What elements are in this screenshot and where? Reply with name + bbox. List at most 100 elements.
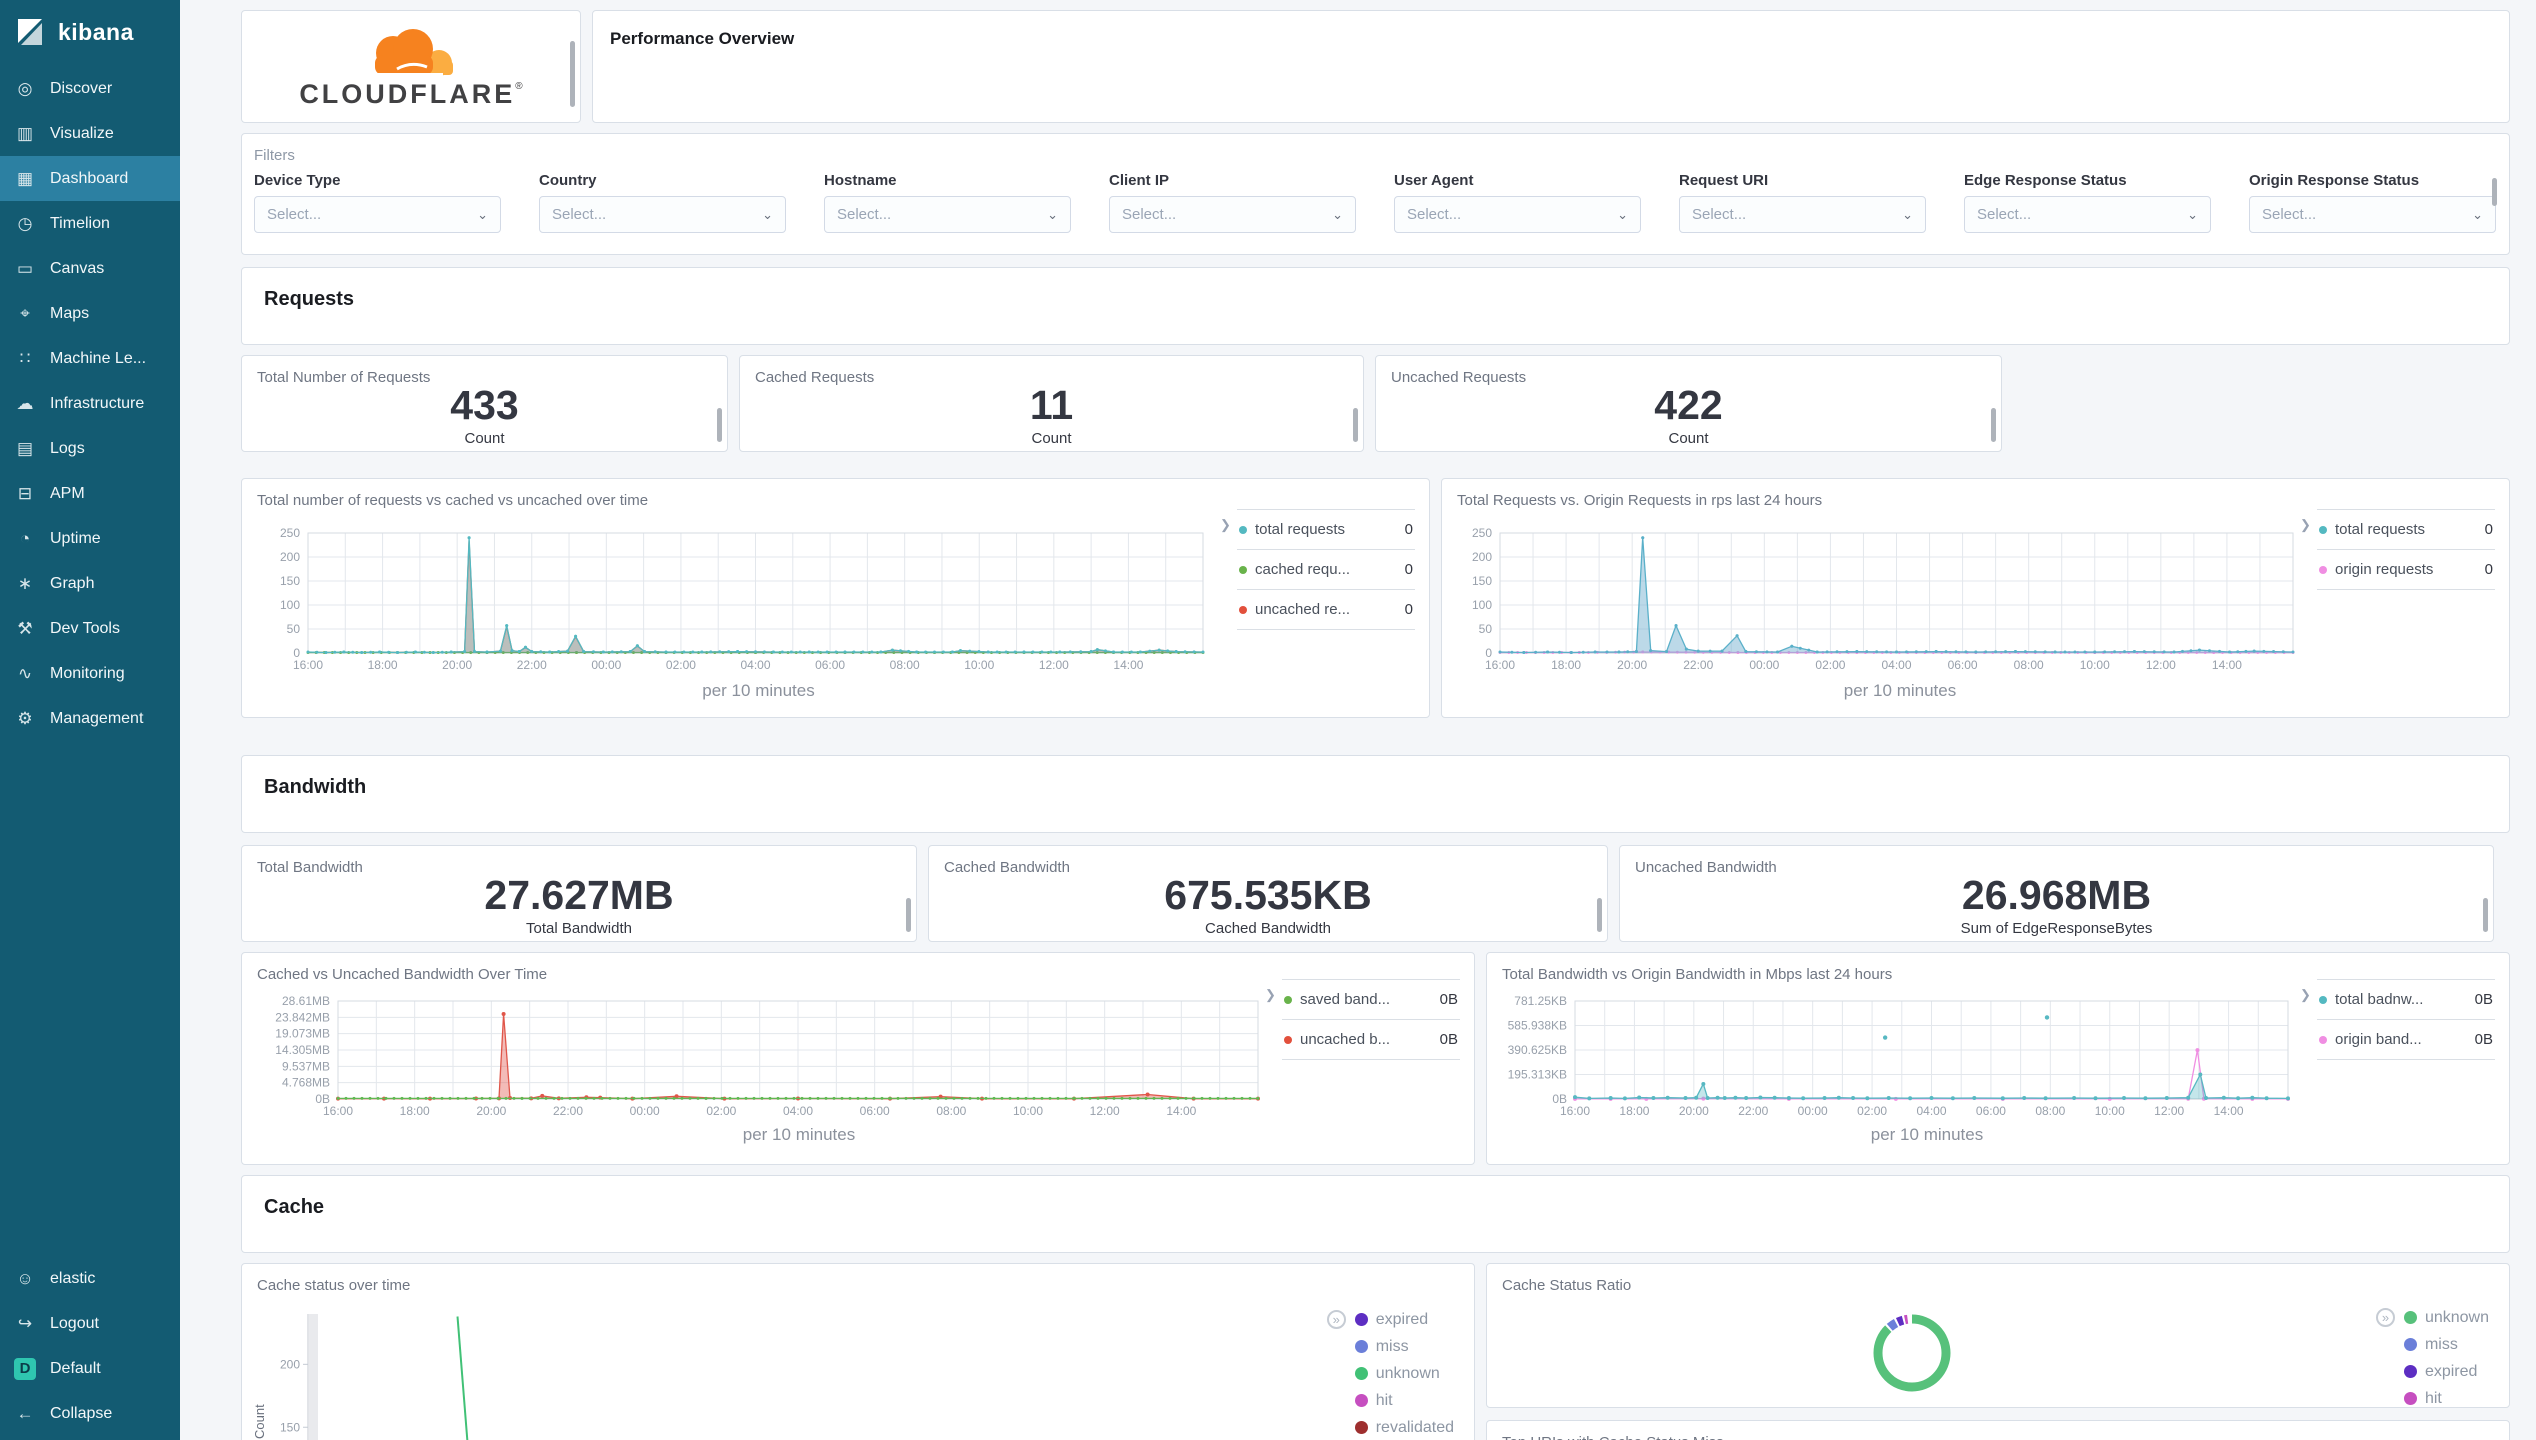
legend-item-unknown[interactable]: » unknown [2375, 1304, 2489, 1331]
svg-text:10:00: 10:00 [964, 658, 994, 672]
legend-collapse-icon[interactable]: ❯ [1220, 517, 1231, 533]
legend-item-total-requests[interactable]: total requests 0 [1237, 509, 1415, 549]
legend-dot [1239, 525, 1247, 534]
legend-item-uncached-re[interactable]: uncached re... 0 [1237, 589, 1415, 630]
total-vs-origin-bandwidth-chart[interactable]: 0B 195.313KB 390.625KB 585.938KB 781.25KB 16:… [1501, 995, 2296, 1123]
sidebar-item-dev-tools[interactable]: ⚒ Dev Tools [0, 606, 180, 651]
legend-item-origin-requests[interactable]: origin requests 0 [2317, 549, 2495, 590]
panel-scrollbar[interactable] [2492, 178, 2497, 206]
legend-collapse-icon[interactable]: ❯ [2300, 987, 2311, 1003]
svg-text:22:00: 22:00 [553, 1104, 583, 1118]
legend-dot [1239, 605, 1247, 614]
legend-item-expired[interactable]: » expired [1326, 1306, 1454, 1333]
chevron-down-icon: ⌄ [1902, 206, 1913, 222]
svg-text:18:00: 18:00 [368, 658, 398, 672]
sidebar-item-management[interactable]: ⚙ Management [0, 696, 180, 741]
legend-collapse-icon[interactable]: ❯ [2300, 517, 2311, 533]
sidebar-item-collapse[interactable]: ← Collapse [0, 1391, 180, 1436]
legend-item-expired[interactable]: expired [2403, 1358, 2489, 1385]
panel-scrollbar[interactable] [1353, 408, 1358, 442]
legend-label: total badnw... [2335, 991, 2424, 1008]
sidebar-item-logs[interactable]: ▤ Logs [0, 426, 180, 471]
sidebar-item-label: Dev Tools [50, 619, 120, 637]
sidebar-item-timelion[interactable]: ◷ Timelion [0, 201, 180, 246]
legend-collapse-icon[interactable]: » [1326, 1310, 1346, 1329]
legend-dot [1354, 1421, 1368, 1434]
kibana-logo-text: kibana [58, 18, 134, 45]
legend-item-miss[interactable]: miss [2403, 1331, 2489, 1358]
sidebar-item-logout[interactable]: ↪ Logout [0, 1301, 180, 1346]
origin-response-status-filter-select[interactable]: Select... ⌄ [2249, 196, 2496, 233]
cache-status-over-time-chart[interactable]: 200150100 [256, 1308, 1306, 1440]
svg-text:20:00: 20:00 [442, 658, 472, 672]
sidebar-item-discover[interactable]: ◎ Discover [0, 66, 180, 111]
metric-center: 11 Count [740, 380, 1363, 451]
sidebar-item-elastic[interactable]: ☺ elastic [0, 1256, 180, 1301]
sidebar-item-default[interactable]: D Default [0, 1346, 180, 1391]
panel-scrollbar[interactable] [2483, 898, 2488, 932]
sidebar-item-machine-le[interactable]: ∷ Machine Le... [0, 336, 180, 381]
panel-scrollbar[interactable] [1991, 408, 1996, 442]
svg-text:16:00: 16:00 [1485, 658, 1515, 672]
user-agent-filter-select[interactable]: Select... ⌄ [1394, 196, 1641, 233]
panel-scrollbar[interactable] [1597, 898, 1602, 932]
infrastructure-icon: ☁ [16, 393, 34, 413]
hostname-filter-select[interactable]: Select... ⌄ [824, 196, 1071, 233]
client-ip-filter-select[interactable]: Select... ⌄ [1109, 196, 1356, 233]
sidebar-item-dashboard[interactable]: ▦ Dashboard [0, 156, 180, 201]
sidebar-item-apm[interactable]: ⊟ APM [0, 471, 180, 516]
edge-response-status-filter-select[interactable]: Select... ⌄ [1964, 196, 2211, 233]
cache-status-ratio-donut[interactable] [1869, 1310, 1955, 1396]
sidebar-item-graph[interactable]: ∗ Graph [0, 561, 180, 606]
legend-label: total requests [1255, 521, 1346, 538]
legend-collapse-icon[interactable]: » [2375, 1308, 2395, 1327]
legend-item-cached-requ[interactable]: cached requ... 0 [1237, 549, 1415, 589]
total-number-of-requests-metric-panel: Total Number of Requests 433 Count [241, 355, 728, 452]
svg-text:22:00: 22:00 [517, 658, 547, 672]
legend-item-hit[interactable]: hit [1354, 1387, 1454, 1414]
legend-collapse-icon[interactable]: ❯ [1265, 987, 1276, 1003]
legend-dot [2319, 525, 2327, 534]
chart-legend: » expired miss unknown hit revalidated [1326, 1306, 1454, 1440]
requests-vs-origin-chart[interactable]: 0 50 100 150 200 250 16:00 18:00 20:00 22:00 00:00… [1456, 527, 2301, 677]
cached-vs-uncached-bandwidth-chart[interactable]: 0B 4.768MB 9.537MB 14.305MB 19.073MB 23.842MB… [256, 995, 1266, 1123]
svg-text:390.625KB: 390.625KB [1508, 1043, 1567, 1057]
device-type-filter-select[interactable]: Select... ⌄ [254, 196, 501, 233]
legend-item-miss[interactable]: miss [1354, 1333, 1454, 1360]
metric-center: 433 Count [242, 380, 727, 451]
svg-text:04:00: 04:00 [1916, 1104, 1946, 1118]
cache-section-heading: Cache [264, 1196, 325, 1218]
legend-label: saved band... [1300, 991, 1391, 1008]
legend-item-revalidated[interactable]: revalidated [1354, 1414, 1454, 1440]
legend-item-unknown[interactable]: unknown [1354, 1360, 1454, 1387]
total-bandwidth-metric-panel: Total Bandwidth 27.627MB Total Bandwidth [241, 845, 917, 942]
dashboard-content: CLOUDFLARE® Performance Overview Filters… [180, 0, 2536, 1440]
country-filter-select[interactable]: Select... ⌄ [539, 196, 786, 233]
metric-center: 26.968MB Sum of EdgeResponseBytes [1620, 870, 2493, 941]
legend-item-saved-band[interactable]: saved band... 0B [1282, 979, 1460, 1019]
legend-item-hit[interactable]: hit [2403, 1385, 2489, 1407]
metric-label: Cached Bandwidth [1205, 919, 1331, 937]
legend-item-uncached-b[interactable]: uncached b... 0B [1282, 1019, 1460, 1060]
machine-learning-icon: ∷ [19, 348, 31, 368]
metric-center: 675.535KB Cached Bandwidth [929, 870, 1607, 941]
panel-scrollbar[interactable] [717, 408, 722, 442]
sidebar-item-maps[interactable]: ⌖ Maps [0, 291, 180, 336]
sidebar-item-visualize[interactable]: ▥ Visualize [0, 111, 180, 156]
sidebar-item-monitoring[interactable]: ∿ Monitoring [0, 651, 180, 696]
sidebar-item-uptime[interactable]: ◔ Uptime [0, 516, 180, 561]
legend-label: expired [2424, 1362, 2478, 1380]
svg-text:100: 100 [1472, 598, 1492, 612]
sidebar-item-canvas[interactable]: ▭ Canvas [0, 246, 180, 291]
legend-item-origin-band[interactable]: origin band... 0B [2317, 1019, 2495, 1060]
legend-item-total-badnw[interactable]: total badnw... 0B [2317, 979, 2495, 1019]
legend-value: 0B [1439, 991, 1458, 1008]
legend-item-total-requests[interactable]: total requests 0 [2317, 509, 2495, 549]
requests-over-time-chart[interactable]: 0 50 100 150 200 250 16:00 18:00 20:00 22:00 00:00… [256, 527, 1211, 677]
sidebar-item-infrastructure[interactable]: ☁ Infrastructure [0, 381, 180, 426]
request-uri-filter-select[interactable]: Select... ⌄ [1679, 196, 1926, 233]
legend-dot [2403, 1311, 2417, 1324]
panel-scrollbar[interactable] [570, 41, 575, 107]
graph-icon: ∗ [17, 573, 33, 593]
panel-scrollbar[interactable] [906, 898, 911, 932]
